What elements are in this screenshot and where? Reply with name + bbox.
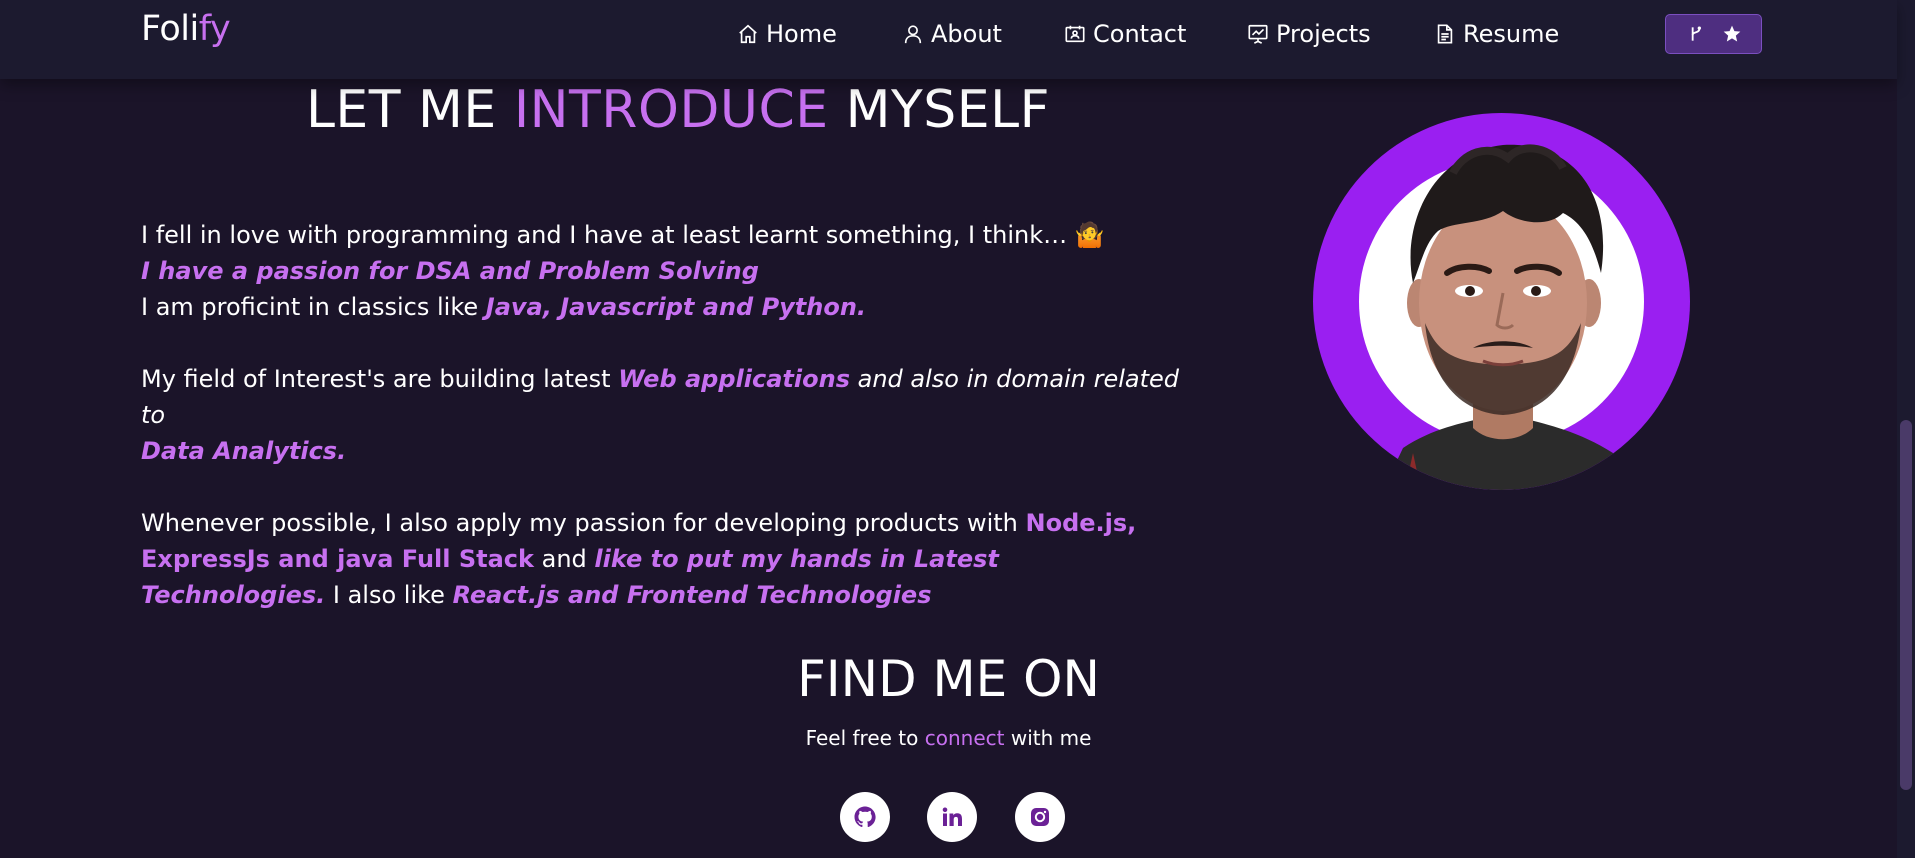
about-interest-text: My field of Interest's are building late… — [141, 365, 619, 393]
navbar: Folify Home About Contact Projects Resum… — [0, 0, 1897, 79]
about-line-passion: I have a passion for DSA and Problem Sol… — [141, 257, 759, 285]
scrollbar-thumb[interactable] — [1900, 420, 1912, 790]
nav-resume[interactable]: Resume — [1434, 18, 1559, 50]
about-languages: Java, Javascript and Python. — [485, 293, 867, 321]
about-text: I fell in love with programming and I ha… — [141, 217, 1181, 649]
about-frontend: React.js and Frontend Technologies — [452, 581, 932, 609]
intro-title-accent: INTRODUCE — [513, 80, 829, 140]
nav-resume-label: Resume — [1463, 20, 1560, 48]
git-fork-icon — [1691, 26, 1701, 41]
nav-contact[interactable]: Contact — [1064, 18, 1186, 50]
contact-card-icon — [1065, 25, 1085, 43]
about-web-apps: Web applications — [618, 365, 850, 393]
about-line-love: I fell in love with programming and I ha… — [141, 221, 1075, 249]
profile-avatar — [1313, 113, 1690, 490]
github-icon — [854, 806, 876, 828]
intro-title: LET ME INTRODUCE MYSELF — [141, 80, 1215, 140]
find-me-subtitle: Feel free to connect with me — [0, 726, 1897, 750]
nav-about[interactable]: About — [902, 18, 1002, 50]
intro-title-pre: LET ME — [305, 80, 514, 140]
brand-text-accent: fy — [198, 9, 231, 49]
star-icon — [1723, 25, 1740, 42]
portrait-illustration — [1383, 144, 1633, 490]
shrug-emoji: 🤷 — [1074, 221, 1105, 249]
brand-text: Foli — [141, 9, 199, 49]
find-me-title: FIND ME ON — [797, 650, 1100, 708]
nav-home[interactable]: Home — [737, 18, 837, 50]
about-paragraph-3: Whenever possible, I also apply my passi… — [141, 505, 1181, 613]
github-link[interactable] — [840, 792, 890, 842]
about-line-proficient: I am proficint in classics like — [141, 293, 486, 321]
nav-about-label: About — [931, 20, 1002, 48]
about-data-analytics: Data Analytics. — [141, 437, 347, 465]
about-and: and — [533, 545, 595, 573]
github-fork-star-button[interactable] — [1665, 14, 1762, 54]
about-paragraph-1: I fell in love with programming and I ha… — [141, 217, 1181, 325]
find-sub-pre: Feel free to — [805, 726, 925, 750]
user-icon — [904, 25, 922, 44]
instagram-icon — [1031, 808, 1049, 826]
intro-title-post: MYSELF — [828, 80, 1051, 140]
instagram-link[interactable] — [1015, 792, 1065, 842]
nav-home-label: Home — [766, 20, 837, 48]
home-icon — [739, 24, 757, 44]
brand-logo[interactable]: Folify — [141, 9, 231, 49]
find-sub-accent: connect — [924, 726, 1005, 750]
about-also-like: I also like — [325, 581, 453, 609]
document-icon — [1437, 24, 1453, 44]
about-paragraph-2: My field of Interest's are building late… — [141, 361, 1181, 469]
nav-contact-label: Contact — [1093, 20, 1187, 48]
linkedin-link[interactable] — [927, 792, 977, 842]
about-products-text: Whenever possible, I also apply my passi… — [141, 509, 1026, 537]
page-scrollbar[interactable] — [1897, 0, 1915, 858]
nav-projects-label: Projects — [1276, 20, 1371, 48]
presentation-chart-icon — [1248, 24, 1268, 44]
linkedin-icon — [942, 807, 962, 826]
find-sub-post: with me — [1004, 726, 1092, 750]
nav-projects[interactable]: Projects — [1247, 18, 1371, 50]
